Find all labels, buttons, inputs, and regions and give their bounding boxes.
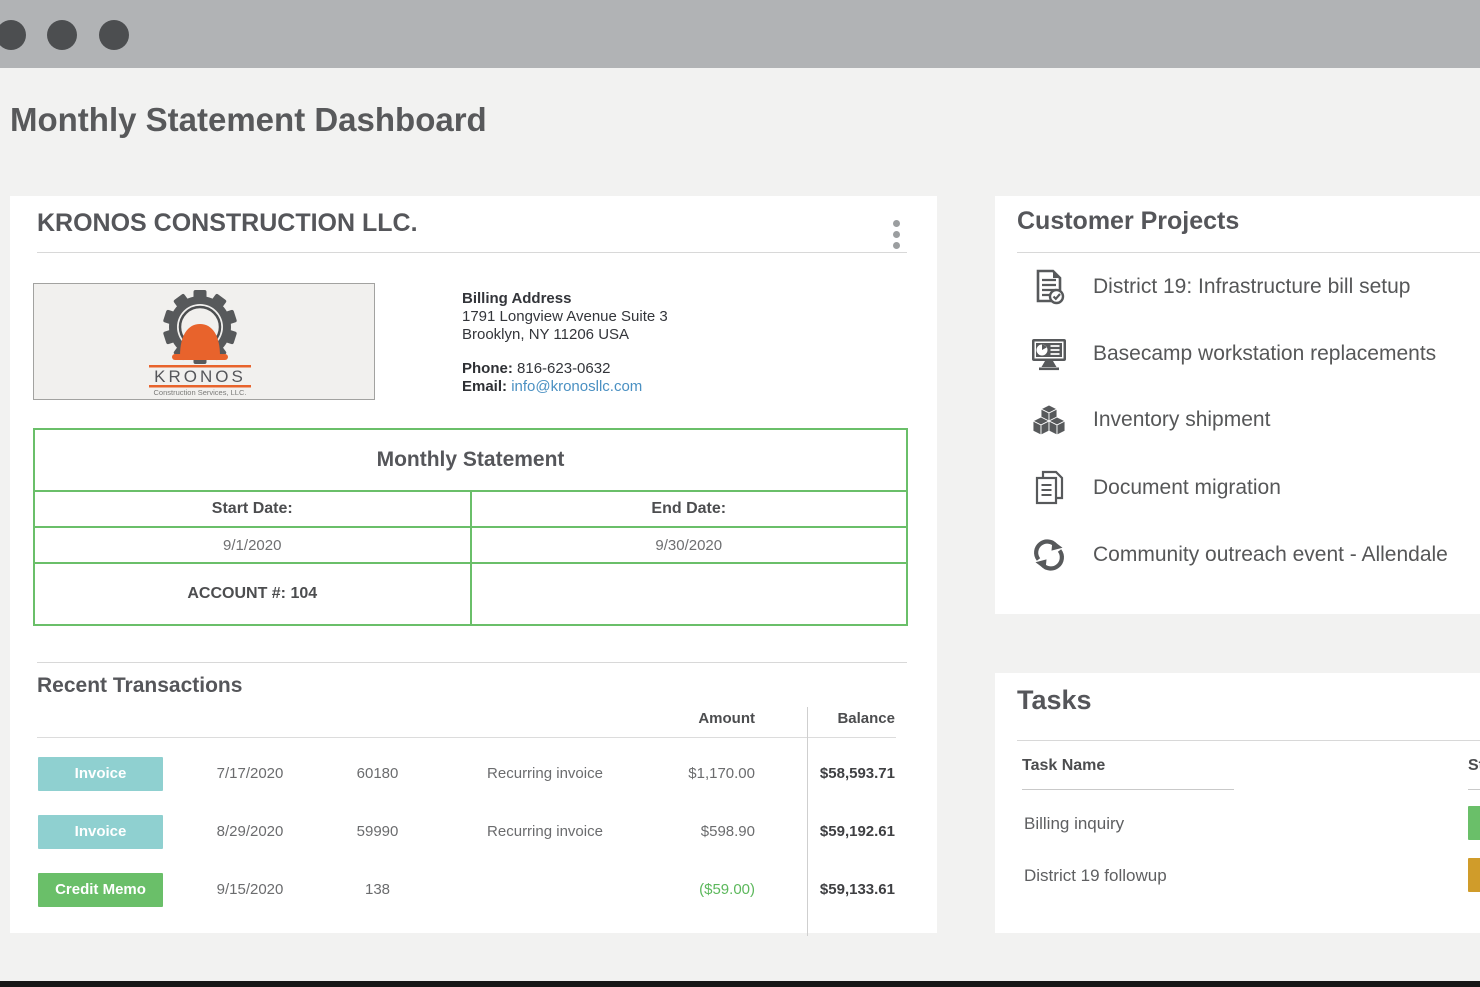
status-underline (1468, 789, 1480, 790)
company-name: KRONOS CONSTRUCTION LLC. (37, 209, 418, 238)
billing-address-line1: 1791 Longview Avenue Suite 3 (462, 308, 668, 326)
task-status-badge (1468, 806, 1480, 840)
monthly-statement-dashboard: Monthly Statement Dashboard KRONOS CONST… (0, 0, 1480, 987)
transaction-date: 7/17/2020 (160, 757, 340, 791)
tasks-card: Tasks Task Name Status Billing inquiry D… (995, 673, 1480, 933)
window-control-dot[interactable] (47, 20, 77, 50)
project-item[interactable]: Inventory shipment (1031, 397, 1480, 443)
company-logo: KRONOS Construction Services, LLC. (33, 283, 375, 400)
monitor-chart-icon (1031, 335, 1067, 373)
projects-heading: Customer Projects (1017, 207, 1239, 236)
task-status-badge (1468, 858, 1480, 892)
kronos-logo-graphic: KRONOS Construction Services, LLC. (34, 284, 374, 399)
billing-heading: Billing Address (462, 290, 668, 308)
customer-projects-card: Customer Projects District 19: Infrastru… (995, 196, 1480, 614)
end-date-value: 9/30/2020 (471, 527, 908, 563)
open-balance-cell: OPEN BALANCE: $60,364.97 (471, 563, 908, 625)
transaction-amount: ($59.00) (575, 873, 755, 907)
billing-email: Email: info@kronosllc.com (462, 378, 668, 396)
statement-card: KRONOS CONSTRUCTION LLC. (10, 196, 937, 933)
transaction-row: Invoice 7/17/2020 60180 Recurring invoic… (10, 757, 937, 791)
logo-subtitle: Construction Services, LLC. (154, 388, 247, 397)
billing-address-line2: Brooklyn, NY 11206 USA (462, 326, 668, 344)
statement-title: Monthly Statement (34, 429, 907, 491)
project-label: Community outreach event - Allendale (1093, 543, 1448, 567)
window-control-dot[interactable] (99, 20, 129, 50)
transaction-balance: $59,133.61 (775, 873, 895, 907)
open-balance-value: $60,364.97 (473, 595, 906, 615)
balance-column-header: Balance (775, 707, 895, 731)
project-label: Inventory shipment (1093, 408, 1270, 432)
transaction-date: 8/29/2020 (160, 815, 340, 849)
projects-divider (1017, 252, 1480, 253)
header-divider (37, 252, 907, 253)
transaction-doc-number: 138 (340, 873, 415, 907)
open-balance-label: OPEN BALANCE: (473, 573, 906, 590)
start-date-value: 9/1/2020 (34, 527, 471, 563)
more-options-icon[interactable] (886, 216, 906, 250)
transaction-type-badge: Credit Memo (38, 873, 163, 907)
project-label: Document migration (1093, 476, 1281, 500)
transaction-row: Invoice 8/29/2020 59990 Recurring invoic… (10, 815, 937, 849)
project-label: Basecamp workstation replacements (1093, 342, 1436, 366)
amount-column-header: Amount (575, 707, 755, 731)
sync-icon (1031, 536, 1067, 574)
window-control-dot[interactable] (0, 20, 26, 50)
transaction-row: Credit Memo 9/15/2020 138 ($59.00) $59,1… (10, 873, 937, 907)
transaction-type-badge: Invoice (38, 757, 163, 791)
start-date-label: Start Date: (34, 491, 471, 527)
project-label: District 19: Infrastructure bill setup (1093, 275, 1410, 299)
billing-address-block: Billing Address 1791 Longview Avenue Sui… (462, 290, 668, 396)
transaction-doc-number: 60180 (340, 757, 415, 791)
section-divider (37, 662, 907, 663)
task-name-column-header: Task Name (1022, 757, 1105, 775)
tasks-divider (1017, 740, 1480, 741)
project-item[interactable]: Document migration (1031, 465, 1480, 511)
monthly-statement-table: Monthly Statement Start Date: End Date: … (33, 428, 908, 626)
document-check-icon (1031, 268, 1067, 306)
cubes-icon (1031, 401, 1067, 439)
project-item[interactable]: Basecamp workstation replacements (1031, 331, 1480, 377)
transaction-date: 9/15/2020 (160, 873, 340, 907)
billing-phone: Phone: 816-623-0632 (462, 360, 668, 378)
email-link[interactable]: info@kronosllc.com (511, 378, 642, 395)
transaction-type-badge: Invoice (38, 815, 163, 849)
transaction-doc-number: 59990 (340, 815, 415, 849)
project-item[interactable]: Community outreach event - Allendale (1031, 532, 1480, 578)
status-column-header: Status (1468, 757, 1480, 775)
account-number: ACCOUNT #: 104 (34, 563, 471, 625)
project-item[interactable]: District 19: Infrastructure bill setup (1031, 264, 1480, 310)
documents-icon (1031, 469, 1067, 507)
tasks-heading: Tasks (1017, 685, 1092, 716)
transaction-balance: $59,192.61 (775, 815, 895, 849)
task-row-name: Billing inquiry (1024, 814, 1124, 834)
logo-wordmark: KRONOS (154, 367, 246, 386)
task-row-name: District 19 followup (1024, 866, 1167, 886)
transactions-heading: Recent Transactions (37, 674, 242, 698)
bottom-bar (0, 981, 1480, 987)
window-titlebar (0, 0, 1480, 68)
transactions-header-divider (37, 737, 896, 738)
task-name-underline (1022, 789, 1234, 790)
transaction-amount: $1,170.00 (575, 757, 755, 791)
transaction-balance: $58,593.71 (775, 757, 895, 791)
end-date-label: End Date: (471, 491, 908, 527)
page-title: Monthly Statement Dashboard (10, 101, 487, 139)
transaction-amount: $598.90 (575, 815, 755, 849)
